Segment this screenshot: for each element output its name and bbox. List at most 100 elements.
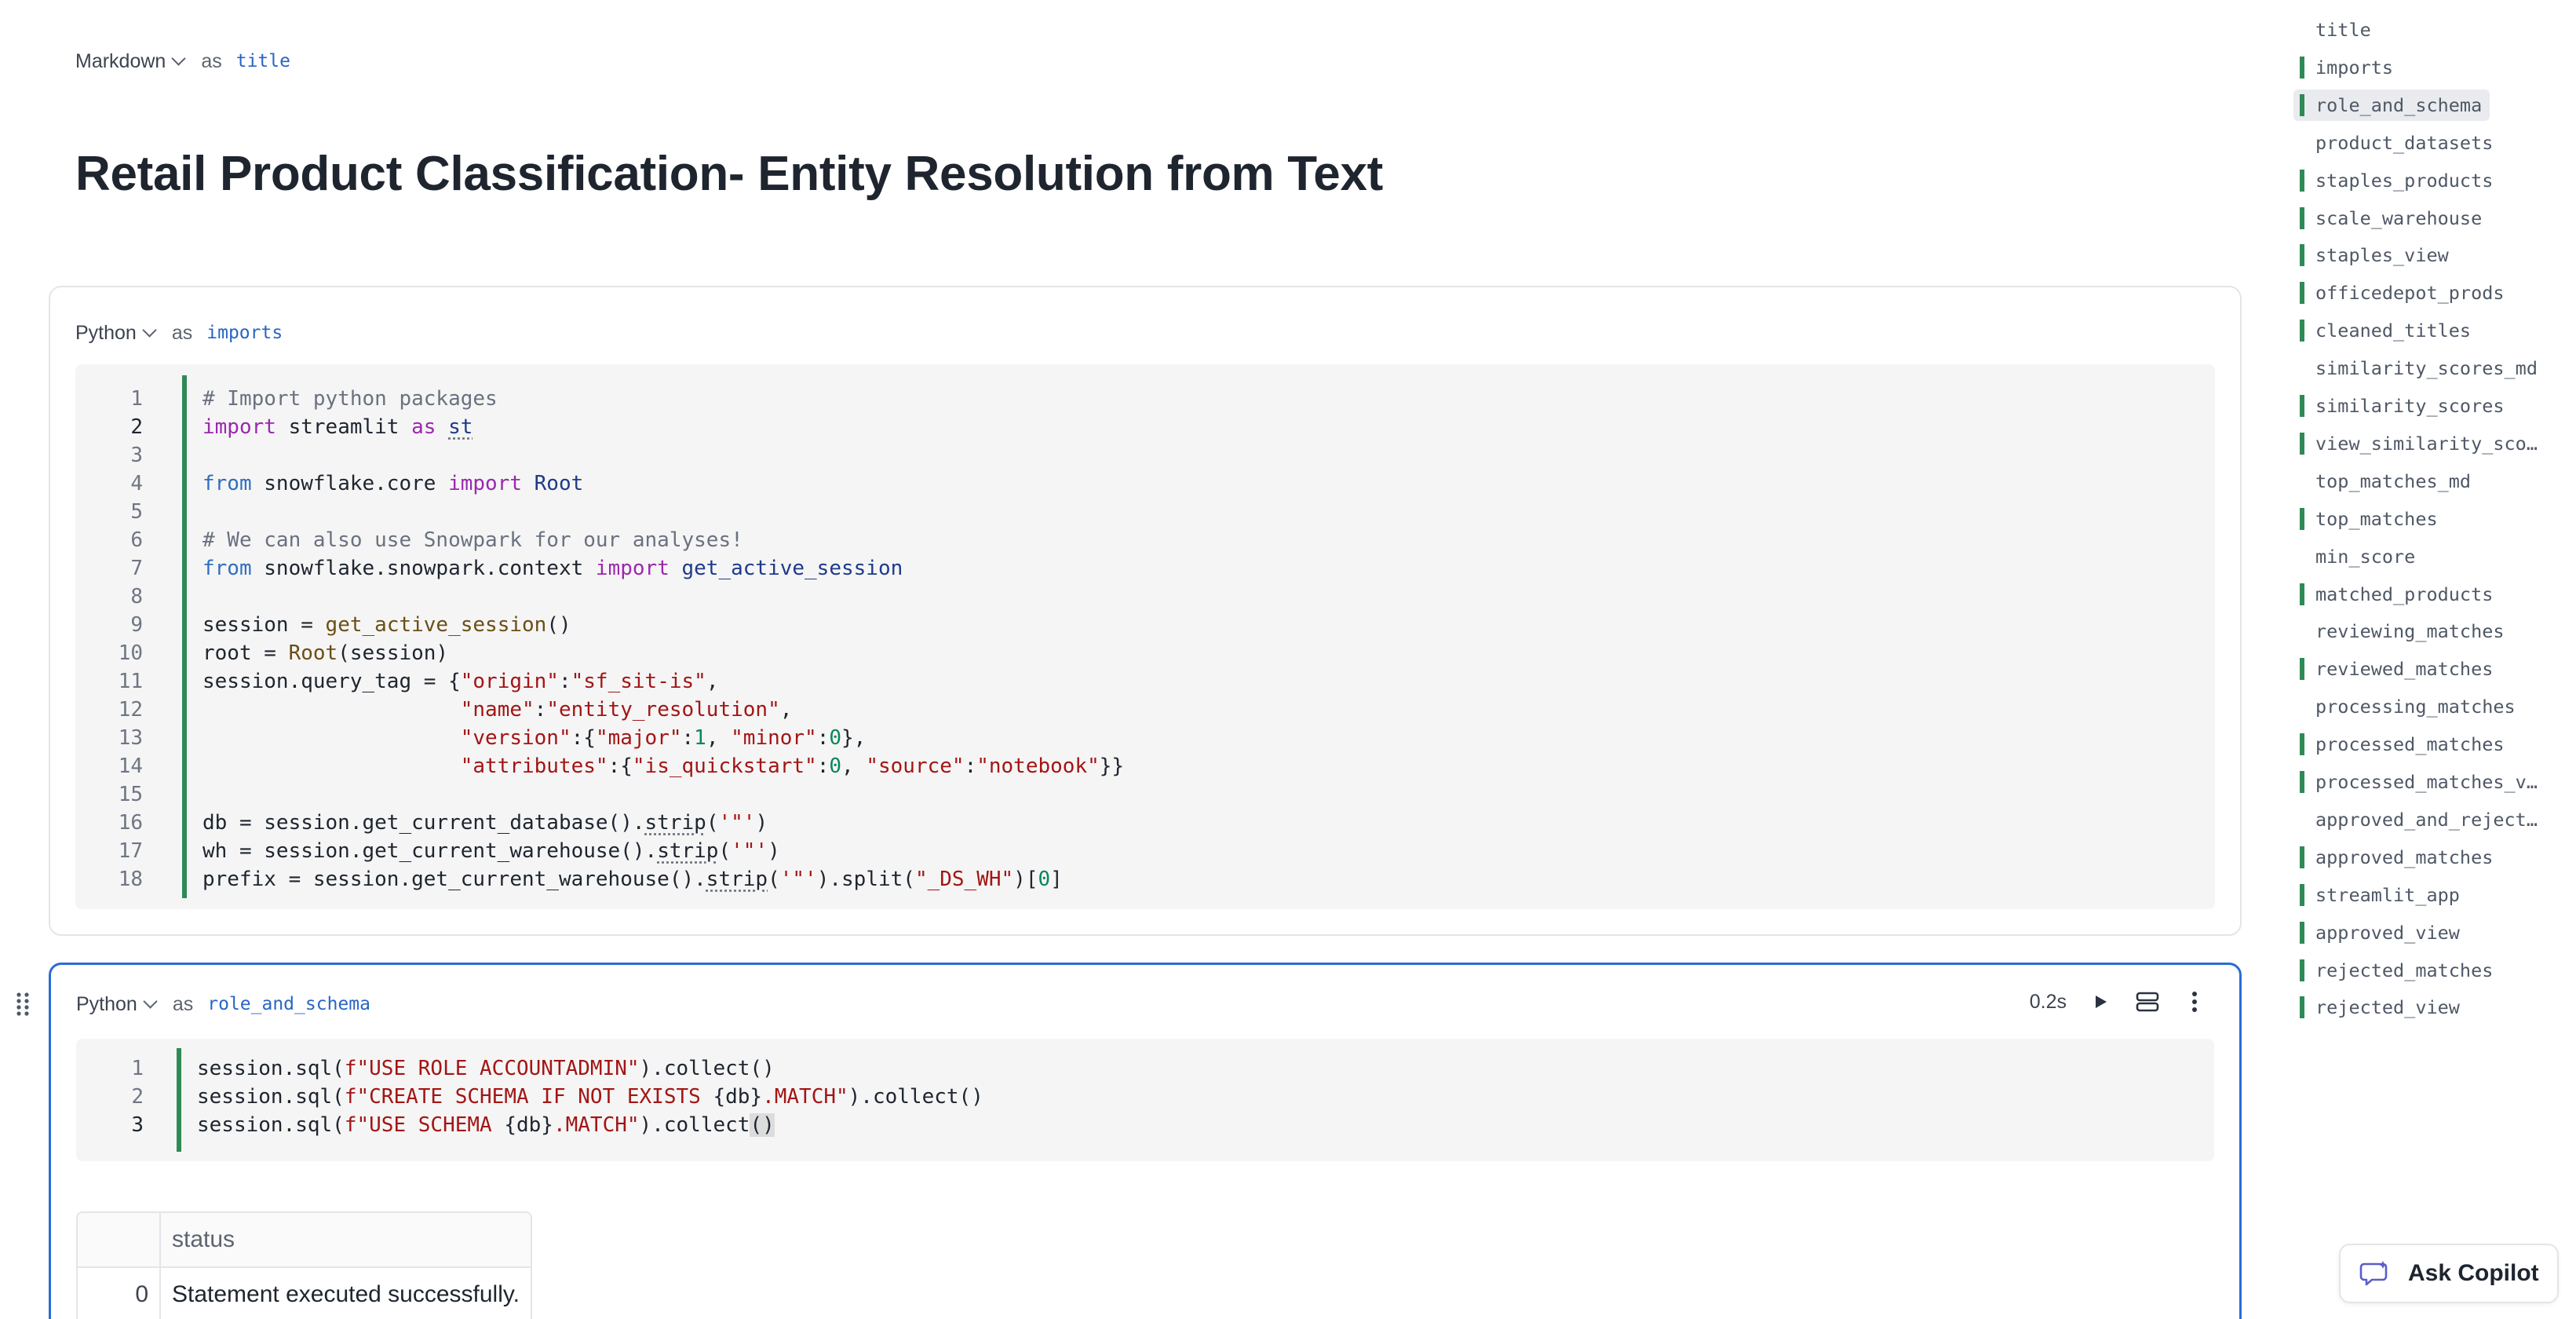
ask-copilot-button[interactable]: Ask Copilot bbox=[2339, 1244, 2559, 1303]
code-token: "name" bbox=[460, 698, 535, 722]
outline-item-streamlit-app[interactable]: streamlit_app bbox=[2300, 879, 2468, 911]
line-number-gutter: 1 2 3 bbox=[76, 1054, 144, 1139]
outline-item-processing-matches[interactable]: processing_matches bbox=[2300, 691, 2523, 722]
code-cell-imports[interactable]: Python as imports 1 2 3 4 5 6 7 8 9 10 11 12 13 14 15 1… bbox=[49, 286, 2242, 936]
code-editor[interactable]: 1 2 3 4 5 6 7 8 9 10 11 12 13 14 15 16 17 18 # Import pyt… bbox=[75, 364, 2215, 909]
outline-item-staples-products[interactable]: staples_products bbox=[2300, 165, 2501, 196]
outline-item-similarity-scores[interactable]: similarity_scores bbox=[2300, 390, 2512, 422]
code-token: : bbox=[816, 726, 830, 750]
outline-item-staples-view[interactable]: staples_view bbox=[2300, 239, 2457, 271]
code-token: wh = session.get_current_warehouse(). bbox=[203, 839, 658, 863]
outline-item-cleaned-titles[interactable]: cleaned_titles bbox=[2300, 315, 2479, 346]
code-token: # We can also use Snowpark for our analy… bbox=[203, 528, 743, 552]
code-line: import streamlit as st bbox=[203, 413, 1124, 441]
run-cell-button[interactable] bbox=[2087, 988, 2114, 1015]
outline-item-top-matches[interactable]: top_matches bbox=[2300, 503, 2446, 535]
cell-language-select[interactable]: Python bbox=[76, 992, 158, 1016]
code-token: 0 bbox=[829, 726, 842, 750]
line-number: 10 bbox=[118, 641, 143, 665]
status-cell: Statement executed successfully. bbox=[160, 1267, 531, 1319]
code-token: }} bbox=[1099, 754, 1125, 778]
outline-item-rejected-matches[interactable]: rejected_matches bbox=[2300, 955, 2501, 986]
code-token: "attributes" bbox=[460, 754, 608, 778]
code-token: "is_quickstart" bbox=[632, 754, 817, 778]
code-token: : bbox=[534, 698, 547, 722]
chevron-down-icon bbox=[171, 50, 187, 66]
outline-item-approved-matches[interactable]: approved_matches bbox=[2300, 842, 2501, 873]
outline-item-matched-products[interactable]: matched_products bbox=[2300, 579, 2501, 610]
code-line: session.query_tag = {"origin":"sf_sit-is… bbox=[203, 667, 1124, 696]
code-token: strip bbox=[706, 868, 768, 891]
line-number-gutter: 1 2 3 4 5 6 7 8 9 10 11 12 13 14 15 16 17 18 bbox=[75, 385, 143, 893]
code-token: ).collect() bbox=[639, 1057, 775, 1080]
code-token: f"USE SCHEMA bbox=[344, 1113, 505, 1137]
code-line: db = session.get_current_database().stri… bbox=[203, 809, 1124, 837]
outline-item-similarity-scores-md[interactable]: similarity_scores_md bbox=[2300, 353, 2545, 384]
code-editor[interactable]: 123 session.sql( f"USE ROLE ACCOUNTADMIN"… bbox=[76, 1039, 2214, 1161]
code-token: ) bbox=[755, 811, 768, 835]
code-token: import bbox=[448, 472, 522, 495]
code-token: snowflake.snowpark.context bbox=[251, 557, 596, 580]
code-line: from snowflake.core import Root bbox=[203, 470, 1124, 498]
as-label: as bbox=[201, 49, 222, 72]
code-token: , bbox=[841, 754, 867, 778]
code-token: 1 bbox=[694, 726, 706, 750]
row-index: 0 bbox=[78, 1267, 161, 1319]
code-token: get_active_session bbox=[681, 557, 903, 580]
outline-item-role-and-schema[interactable]: role_and_schema bbox=[2293, 89, 2490, 121]
code-token: prefix = session.get_current_warehouse()… bbox=[203, 868, 706, 891]
outline-item-approved-view[interactable]: approved_view bbox=[2300, 917, 2468, 948]
cell-name[interactable]: role_and_schema bbox=[207, 994, 370, 1014]
layout-toggle-button[interactable] bbox=[2134, 988, 2161, 1015]
code-token: "notebook" bbox=[976, 754, 1100, 778]
code-token: , bbox=[779, 698, 793, 722]
outline-item-imports[interactable]: imports bbox=[2300, 52, 2401, 83]
more-options-button[interactable] bbox=[2181, 988, 2208, 1015]
as-label: as bbox=[172, 992, 194, 1015]
outline-item-processed-matches-v[interactable]: processed_matches_v… bbox=[2300, 766, 2545, 798]
code-token: as bbox=[411, 415, 436, 439]
code-token: "origin" bbox=[460, 670, 559, 693]
code-token: strip bbox=[644, 811, 706, 835]
code-token: 0 bbox=[829, 754, 842, 778]
cell-name[interactable]: imports bbox=[206, 323, 283, 343]
cell-language-label: Python bbox=[76, 992, 137, 1015]
outline-item-min-score[interactable]: min_score bbox=[2300, 541, 2423, 572]
outline-item-reviewing-matches[interactable]: reviewing_matches bbox=[2300, 616, 2512, 647]
code-lines: session.sql(f"USE ROLE ACCOUNTADMIN").co… bbox=[197, 1054, 983, 1139]
line-number: 3 bbox=[130, 444, 143, 467]
outline-item-officedepot-prods[interactable]: officedepot_prods bbox=[2300, 277, 2512, 309]
code-token: "_DS_WH" bbox=[914, 868, 1014, 891]
outline-item-top-matches-md[interactable]: top_matches_md bbox=[2300, 466, 2479, 497]
stacked-layout-icon bbox=[2136, 992, 2159, 1012]
line-number: 9 bbox=[130, 613, 143, 637]
outline-item-reviewed-matches[interactable]: reviewed_matches bbox=[2300, 653, 2501, 685]
line-number: 3 bbox=[131, 1113, 144, 1137]
column-header-status: status bbox=[160, 1213, 531, 1268]
outline-item-scale-warehouse[interactable]: scale_warehouse bbox=[2300, 203, 2490, 234]
code-token: import bbox=[203, 415, 276, 439]
code-token: Root bbox=[288, 641, 338, 665]
cell-language-label: Markdown bbox=[75, 49, 166, 72]
cell-name[interactable]: title bbox=[236, 51, 290, 71]
code-token: ).collect() bbox=[848, 1085, 983, 1109]
line-number: 15 bbox=[118, 783, 143, 806]
code-line: root = Root(session) bbox=[203, 639, 1124, 667]
outline-item-approved-and-reject[interactable]: approved_and_reject… bbox=[2300, 804, 2545, 835]
code-cell-role-and-schema[interactable]: Python as role_and_schema 0.2s 1 2 3 ses… bbox=[49, 963, 2242, 1319]
line-number: 7 bbox=[130, 557, 143, 580]
outline-item-processed-matches[interactable]: processed_matches bbox=[2300, 729, 2512, 760]
cell-language-select[interactable]: Markdown bbox=[75, 49, 187, 73]
cell-language-select[interactable]: Python bbox=[75, 322, 157, 345]
code-token: session.sql( bbox=[197, 1113, 345, 1137]
code-line: wh = session.get_current_warehouse().str… bbox=[203, 837, 1124, 865]
outline-item-title[interactable]: title bbox=[2300, 14, 2379, 46]
outline-item-view-similarity-sco[interactable]: view_similarity_sco… bbox=[2300, 428, 2545, 459]
code-token: Root bbox=[534, 472, 584, 495]
outline-item-rejected-view[interactable]: rejected_view bbox=[2300, 992, 2468, 1023]
drag-handle-icon[interactable] bbox=[14, 991, 31, 1018]
code-token: f"USE ROLE ACCOUNTADMIN" bbox=[344, 1057, 640, 1080]
chevron-down-icon bbox=[142, 322, 157, 338]
code-token: ).collect bbox=[639, 1113, 750, 1137]
outline-item-product-datasets[interactable]: product_datasets bbox=[2300, 127, 2501, 159]
